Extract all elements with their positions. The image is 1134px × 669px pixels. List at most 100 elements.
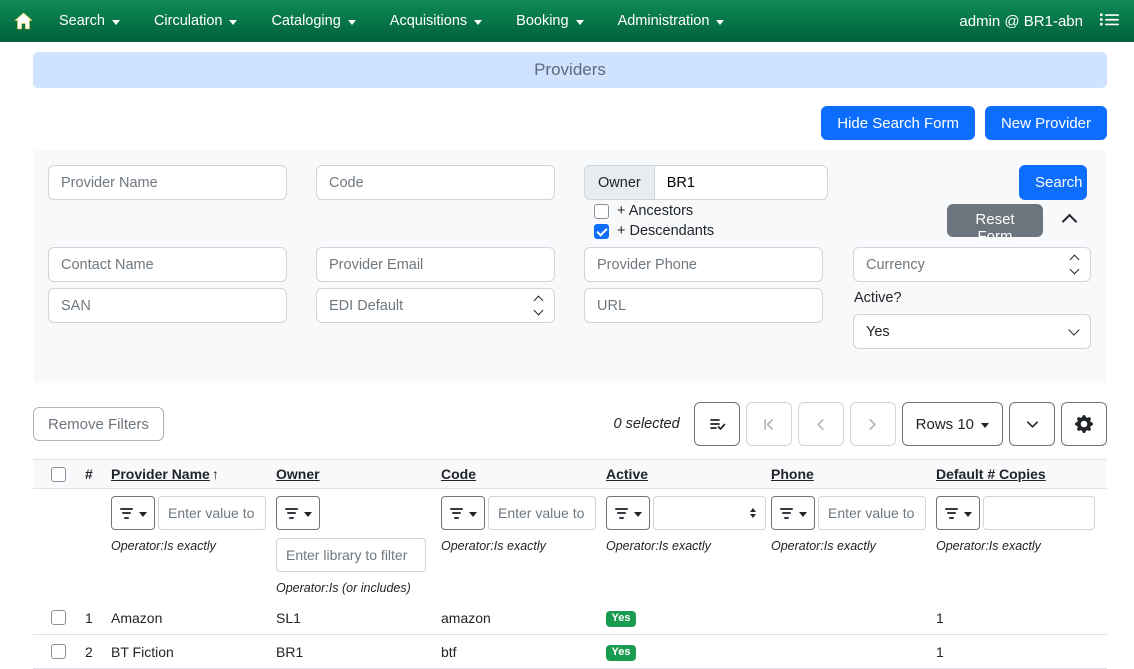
- owner-label: Owner: [584, 165, 654, 200]
- filter-icon: [450, 508, 463, 519]
- navbar-menus: Search Circulation Cataloging Acquisitio…: [59, 13, 724, 29]
- search-button[interactable]: Search: [1019, 165, 1087, 200]
- select-all-checkbox[interactable]: [51, 467, 66, 482]
- grid-menu-button[interactable]: [1009, 402, 1055, 446]
- contact-name-field[interactable]: [48, 247, 287, 282]
- active-label: Active?: [854, 290, 902, 306]
- ancestors-checkbox-row[interactable]: + Ancestors: [594, 203, 693, 219]
- home-icon[interactable]: [14, 12, 33, 30]
- provider-name-filter-button[interactable]: [111, 496, 155, 530]
- first-page-button[interactable]: [746, 402, 792, 446]
- grid-toolbar-right: 0 selected: [614, 402, 1107, 446]
- nav-menu-administration[interactable]: Administration: [618, 13, 725, 29]
- previous-page-button[interactable]: [798, 402, 844, 446]
- ancestors-checkbox[interactable]: [594, 204, 609, 219]
- owner-field[interactable]: [654, 165, 828, 200]
- collapse-form-chevron-up-icon[interactable]: [1062, 214, 1078, 230]
- nav-menu-acquisitions[interactable]: Acquisitions: [390, 13, 482, 29]
- code-field[interactable]: [316, 165, 555, 200]
- chevron-down-icon: [716, 20, 724, 25]
- select-updown-icon: [750, 508, 756, 518]
- default-copies-filter-input[interactable]: [983, 496, 1095, 530]
- caret-down-icon: [304, 512, 312, 517]
- url-field[interactable]: [584, 288, 823, 323]
- active-filter-button[interactable]: [606, 496, 650, 530]
- code-filter-input[interactable]: [488, 496, 596, 530]
- first-page-icon: [761, 417, 776, 432]
- chevron-down-icon: [229, 20, 237, 25]
- phone-column-header[interactable]: Phone: [771, 466, 936, 482]
- edi-default-placeholder: EDI Default: [329, 298, 535, 314]
- default-copies-header-link[interactable]: Default # Copies: [936, 466, 1046, 482]
- filter-icon: [780, 508, 793, 519]
- caret-down-icon: [139, 512, 147, 517]
- active-header-link[interactable]: Active: [606, 466, 648, 482]
- row-checkbox[interactable]: [51, 610, 66, 625]
- status-badge: Yes: [606, 611, 636, 627]
- nav-menu-label: Cataloging: [271, 13, 340, 29]
- nav-menu-label: Search: [59, 13, 105, 29]
- currency-combobox[interactable]: Currency: [853, 247, 1091, 282]
- chevron-right-icon: [865, 417, 880, 432]
- filter-operator-label: Operator:Is exactly: [936, 539, 1107, 553]
- phone-filter-button[interactable]: [771, 496, 815, 530]
- rows-per-page-dropdown[interactable]: Rows 10: [902, 402, 1003, 446]
- reset-form-button[interactable]: Reset Form: [947, 204, 1043, 237]
- cell-owner: SL1: [276, 610, 441, 626]
- phone-header-link[interactable]: Phone: [771, 466, 814, 482]
- select-actions-button[interactable]: [694, 402, 740, 446]
- phone-filter-cell: Operator:Is exactly: [771, 496, 936, 553]
- provider-name-header-link[interactable]: Provider Name: [111, 466, 210, 482]
- top-navbar: Search Circulation Cataloging Acquisitio…: [0, 0, 1134, 42]
- provider-name-column-header[interactable]: Provider Name↑: [111, 466, 276, 482]
- provider-name-filter-input[interactable]: [158, 496, 266, 530]
- table-row[interactable]: 2 BT Fiction BR1 btf Yes 1: [33, 635, 1107, 669]
- chevron-down-icon: [348, 20, 356, 25]
- nav-menu-label: Booking: [516, 13, 568, 29]
- table-row[interactable]: 1 Amazon SL1 amazon Yes 1: [33, 601, 1107, 635]
- hide-search-form-button[interactable]: Hide Search Form: [821, 106, 975, 140]
- owner-filter-button[interactable]: [276, 496, 320, 530]
- currency-placeholder: Currency: [866, 257, 1071, 273]
- cell-active: Yes: [606, 608, 771, 627]
- row-checkbox[interactable]: [51, 644, 66, 659]
- owner-header-link[interactable]: Owner: [276, 466, 320, 482]
- descendants-checkbox-row[interactable]: + Descendants: [594, 223, 714, 239]
- workstation-list-icon[interactable]: [1099, 11, 1120, 32]
- nav-menu-cataloging[interactable]: Cataloging: [271, 13, 355, 29]
- owner-filter-input[interactable]: [276, 538, 426, 572]
- code-header-link[interactable]: Code: [441, 466, 476, 482]
- new-provider-button[interactable]: New Provider: [985, 106, 1107, 140]
- caret-down-icon: [634, 512, 642, 517]
- provider-name-field[interactable]: [48, 165, 287, 200]
- row-number: 1: [85, 610, 111, 626]
- default-copies-column-header[interactable]: Default # Copies: [936, 466, 1107, 482]
- owner-column-header[interactable]: Owner: [276, 466, 441, 482]
- provider-phone-field[interactable]: [584, 247, 823, 282]
- san-field[interactable]: [48, 288, 287, 323]
- nav-menu-label: Acquisitions: [390, 13, 467, 29]
- edi-default-combobox[interactable]: EDI Default: [316, 288, 555, 323]
- nav-menu-search[interactable]: Search: [59, 13, 120, 29]
- phone-filter-input[interactable]: [818, 496, 926, 530]
- descendants-checkbox[interactable]: [594, 224, 609, 239]
- next-page-button[interactable]: [850, 402, 896, 446]
- grid-settings-button[interactable]: [1061, 402, 1107, 446]
- chevron-down-icon: [474, 20, 482, 25]
- chevron-down-icon: [1025, 417, 1040, 432]
- default-copies-filter-button[interactable]: [936, 496, 980, 530]
- active-select[interactable]: Yes: [853, 314, 1091, 349]
- sort-ascending-icon: ↑: [212, 466, 219, 482]
- active-filter-select[interactable]: [653, 496, 766, 530]
- nav-menu-circulation[interactable]: Circulation: [154, 13, 238, 29]
- row-number-header: #: [85, 466, 111, 482]
- rows-per-page-label: Rows 10: [916, 416, 974, 433]
- code-filter-button[interactable]: [441, 496, 485, 530]
- logged-in-user[interactable]: admin @ BR1-abn: [959, 13, 1083, 30]
- active-column-header[interactable]: Active: [606, 466, 771, 482]
- provider-email-field[interactable]: [316, 247, 555, 282]
- active-filter-cell: Operator:Is exactly: [606, 496, 771, 553]
- code-column-header[interactable]: Code: [441, 466, 606, 482]
- nav-menu-booking[interactable]: Booking: [516, 13, 583, 29]
- remove-filters-button[interactable]: Remove Filters: [33, 407, 164, 441]
